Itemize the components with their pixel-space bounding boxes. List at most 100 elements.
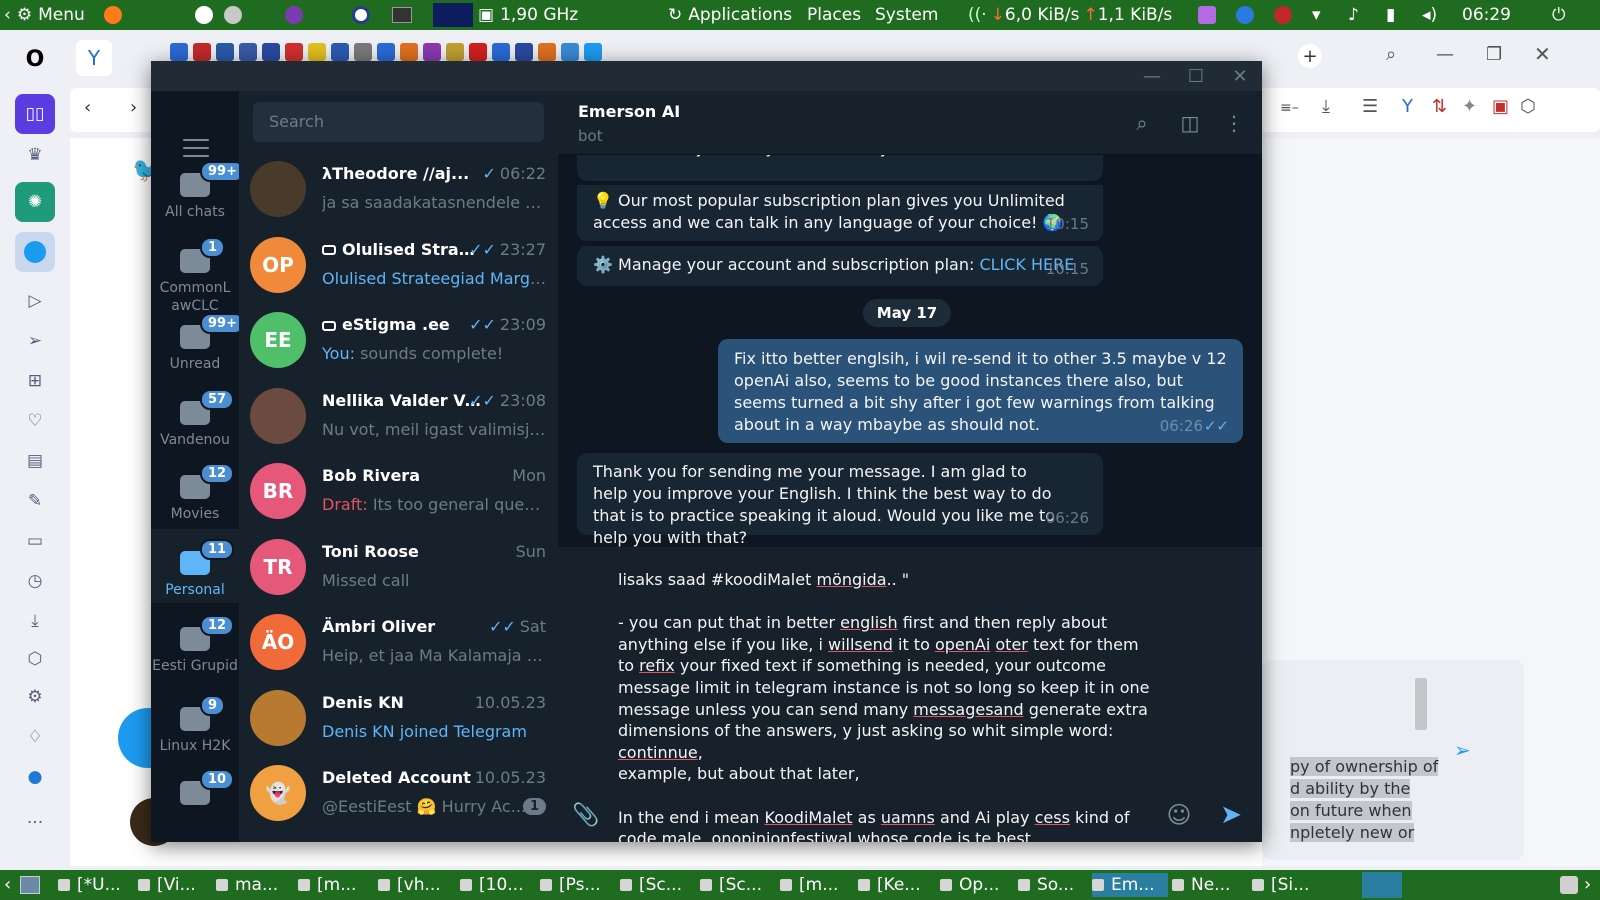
- telegram-tray-icon[interactable]: [1362, 872, 1402, 898]
- tab-icon[interactable]: [469, 43, 487, 61]
- close-icon[interactable]: ✕: [1229, 65, 1251, 87]
- chat-item[interactable]: Nellika Valder Vali...✓✓23:08 Nu vot, mei…: [239, 379, 558, 455]
- yoast-icon[interactable]: Y: [1402, 96, 1413, 117]
- chat-item[interactable]: BR Bob Rivera Mon Draft: Its too general qu…: [239, 454, 558, 530]
- tab-icon[interactable]: [400, 43, 418, 61]
- app-indicator-icon[interactable]: [1236, 0, 1254, 30]
- more-icon[interactable]: ···: [24, 812, 46, 834]
- back-icon[interactable]: ‹: [84, 97, 91, 118]
- search-input[interactable]: Search: [253, 102, 544, 142]
- taskbar-item[interactable]: Em...: [1092, 873, 1168, 897]
- battery-icon[interactable]: ▮: [1386, 0, 1395, 30]
- folder-movies[interactable]: 12 Movies: [151, 453, 239, 527]
- chat-item[interactable]: OP Olulised Strate... ✓✓ 23:27 Olulised Stra…: [239, 228, 558, 304]
- taskbar-item[interactable]: [Si...: [1252, 873, 1322, 897]
- download-icon[interactable]: ⤓: [1322, 96, 1330, 117]
- new-tab-button[interactable]: +: [1298, 44, 1322, 68]
- tab-icon[interactable]: [193, 43, 211, 61]
- forward-icon[interactable]: ›: [130, 97, 137, 118]
- chat-item[interactable]: λTheodore //aj... ✓ 06:22 ja sa saadakatasn…: [239, 152, 558, 228]
- send-sidebar-icon[interactable]: ➢: [24, 330, 46, 352]
- tabs-icon[interactable]: ▭: [24, 530, 46, 552]
- player-icon[interactable]: ▷: [24, 290, 46, 312]
- tab-icon[interactable]: [262, 43, 280, 61]
- taskbar-item[interactable]: Ne...: [1172, 873, 1248, 897]
- reply-send-icon[interactable]: ➢: [1454, 738, 1471, 762]
- tab-icon[interactable]: [308, 43, 326, 61]
- taskbar-item[interactable]: [Sc...: [620, 873, 696, 897]
- folder-vandenou[interactable]: 57 Vandenou: [151, 379, 239, 453]
- chatgpt-icon[interactable]: ✺: [15, 182, 55, 222]
- taskbar-item[interactable]: [Sc...: [700, 873, 776, 897]
- edit-icon[interactable]: ✎: [24, 490, 46, 512]
- system-menu[interactable]: System: [875, 0, 938, 30]
- history-icon[interactable]: ◷: [24, 570, 46, 592]
- tab-icon[interactable]: [561, 43, 579, 61]
- tab-icon[interactable]: [377, 43, 395, 61]
- puzzle-icon[interactable]: ✦: [1462, 96, 1477, 117]
- crown-icon[interactable]: ♛: [24, 144, 46, 166]
- chat-item[interactable]: 👻 Deleted Account 10.05.23 @EestiEest 🤗 Hur…: [239, 756, 558, 832]
- active-tab-icon[interactable]: Y: [76, 40, 112, 76]
- message-draft-input[interactable]: lisaks saad #koodiMalet möngida.. " - yo…: [618, 569, 1158, 842]
- firefox-icon[interactable]: [104, 0, 122, 30]
- close-browser-icon[interactable]: ✕: [1534, 42, 1551, 66]
- search-icon[interactable]: ⌕: [1130, 111, 1154, 135]
- folder-commonl-awclc[interactable]: 1 CommonL awCLC: [151, 227, 239, 314]
- folder-unread[interactable]: 99+ Unread: [151, 303, 245, 377]
- taskbar-item[interactable]: [*U...: [58, 873, 134, 897]
- taskbar-left-arrow-icon[interactable]: ‹: [4, 874, 11, 895]
- ext-cube-icon[interactable]: ⬡: [1520, 96, 1536, 117]
- reader-icon[interactable]: ▯▯: [15, 94, 55, 134]
- search-tabs-icon[interactable]: ⌕: [1386, 44, 1396, 65]
- folder-personal[interactable]: 11 Personal: [151, 529, 239, 603]
- chat-item[interactable]: Denis KN 10.05.23 Denis KN joined Telegram: [239, 681, 558, 757]
- taskbar-item[interactable]: [m...: [298, 873, 374, 897]
- clock[interactable]: 06:29: [1462, 0, 1511, 30]
- tab-icon[interactable]: [515, 43, 533, 61]
- places-menu[interactable]: Places: [807, 0, 861, 30]
- sidebar-toggle-icon[interactable]: ◫: [1178, 111, 1202, 135]
- folder-more[interactable]: 10: [151, 759, 239, 833]
- wifi-tray-icon[interactable]: ▾: [1312, 0, 1321, 30]
- tab-icon[interactable]: [354, 43, 372, 61]
- power-icon[interactable]: ⏻: [1552, 0, 1565, 30]
- attach-icon[interactable]: 📎: [572, 801, 600, 829]
- lightbulb-icon[interactable]: ♢: [24, 726, 46, 748]
- message-outgoing[interactable]: Fix itto better englsih, i wil re-send i…: [718, 339, 1243, 443]
- apps-grid-icon[interactable]: ⊞: [24, 370, 46, 392]
- ext-red-icon[interactable]: ⇅: [1432, 96, 1447, 117]
- tab-icon[interactable]: [331, 43, 349, 61]
- terminal-icon[interactable]: [392, 0, 412, 30]
- easy-setup-icon[interactable]: ☰: [1362, 96, 1378, 117]
- message-subscription[interactable]: 💡 Our most popular subscription plan giv…: [577, 185, 1103, 241]
- reply-compose-text[interactable]: py of ownership of d ability by the on f…: [1290, 756, 1440, 844]
- taskbar-item[interactable]: [Ke...: [858, 873, 936, 897]
- tab-icon[interactable]: [423, 43, 441, 61]
- applications-menu[interactable]: ↻ Applications: [668, 0, 792, 30]
- settings-icon[interactable]: [224, 0, 242, 30]
- message-manage[interactable]: ⚙️ Manage your account and subscription …: [577, 246, 1103, 286]
- heart-icon[interactable]: ♡: [24, 410, 46, 432]
- folder-eesti-grupid[interactable]: 12 Eesti Grupid: [151, 605, 239, 679]
- folder-all-chats[interactable]: 99+ All chats: [151, 151, 245, 225]
- tab-icon[interactable]: [170, 43, 188, 61]
- minimize-browser-icon[interactable]: —: [1436, 44, 1454, 65]
- taskbar-right-arrow-icon[interactable]: ›: [1584, 874, 1591, 895]
- downloads-icon[interactable]: ⤓: [24, 610, 46, 632]
- settings-sidebar-icon[interactable]: ⚙: [24, 686, 46, 708]
- compose-scrollbar[interactable]: [1415, 678, 1427, 730]
- maximize-icon[interactable]: ☐: [1185, 65, 1207, 87]
- volume-icon[interactable]: ◂): [1422, 0, 1437, 30]
- cube-icon[interactable]: ⬡: [24, 648, 46, 670]
- tab-icon[interactable]: [285, 43, 303, 61]
- send-icon[interactable]: ➤: [1215, 799, 1247, 831]
- menu-button[interactable]: ‹ ⚙ Menu: [4, 0, 85, 30]
- chat-item[interactable]: EE eStigma .ee ✓✓ 23:09 You: sounds complete…: [239, 303, 558, 379]
- taskbar-item[interactable]: [Vi...: [138, 873, 212, 897]
- ext-box-icon[interactable]: ▣: [1492, 96, 1509, 117]
- taskbar-item[interactable]: [vh...: [378, 873, 456, 897]
- tab-icon[interactable]: [239, 43, 257, 61]
- tab-icon[interactable]: [584, 43, 602, 61]
- minimize-icon[interactable]: —: [1141, 65, 1163, 87]
